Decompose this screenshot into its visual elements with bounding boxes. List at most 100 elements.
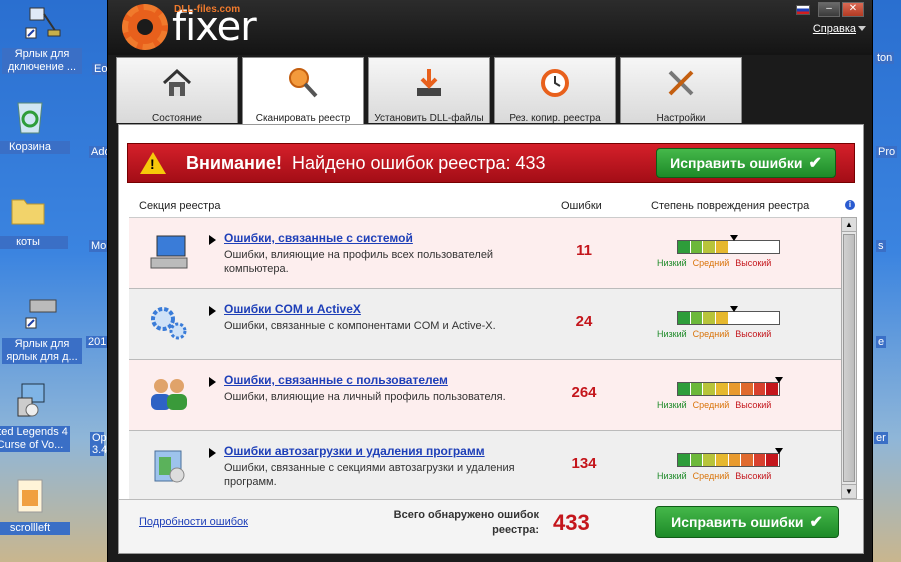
button-label: Исправить ошибки: [671, 514, 804, 530]
help-menu[interactable]: Справка: [813, 23, 856, 35]
category-title[interactable]: Ошибки автозагрузки и удаления программ: [224, 444, 485, 458]
title-bar[interactable]: DLL-files.com fixer – ✕ Справка: [108, 0, 872, 55]
users-icon: [151, 379, 187, 410]
list-item[interactable]: Ошибки автозагрузки и удаления программ …: [129, 431, 841, 502]
list-item[interactable]: Ошибки COM и ActiveX Ошибки, связанные с…: [129, 289, 841, 360]
desktop-partial-label: 201: [86, 336, 109, 348]
software-box-icon: [154, 450, 185, 483]
network-shortcut-icon: [25, 7, 61, 39]
desktop-icon-label: Ярлык для дключение ...: [2, 48, 82, 74]
severity-segment: [690, 312, 704, 324]
severity-segment: [753, 241, 767, 253]
desktop-icon-label: коты: [0, 236, 68, 249]
total-errors-label: Всего обнаружено ошибок реестра:: [393, 509, 539, 536]
desktop-recycle-bin[interactable]: Корзина: [0, 95, 70, 154]
expand-arrow-icon[interactable]: [209, 306, 216, 316]
language-flag-icon[interactable]: [796, 4, 810, 15]
magnifier-icon: [289, 68, 318, 98]
severity-segment: [741, 454, 754, 466]
checkmark-icon: ✔: [809, 514, 823, 531]
tab-label: Состояние: [152, 113, 202, 124]
checkmark-icon: ✔: [808, 155, 822, 172]
main-tabs: Состояние Сканировать реестр Установить …: [116, 57, 742, 125]
severity-meter: [677, 377, 783, 396]
desktop-shortcut-drive[interactable]: Ярлык для ярлык для д...: [2, 292, 82, 364]
desktop-shortcut-connection[interactable]: Ярлык для дключение ...: [2, 2, 82, 74]
expand-arrow-icon[interactable]: [209, 448, 216, 458]
severity-segment: [703, 454, 716, 466]
desktop-partial-label: er: [874, 432, 888, 444]
category-description: Ошибки, связанные с компонентами COM и A…: [224, 320, 496, 332]
close-button[interactable]: ✕: [842, 2, 864, 17]
severity-segment: [741, 383, 754, 395]
tab-label: Настройки: [656, 113, 706, 124]
error-count: 11: [576, 242, 592, 259]
category-title[interactable]: Ошибки COM и ActiveX: [224, 302, 361, 316]
severity-segment: [766, 454, 779, 466]
desktop-folder-koty[interactable]: коты: [0, 190, 68, 249]
category-title[interactable]: Ошибки, связанные с системой: [224, 231, 413, 245]
desktop-shortcut-game[interactable]: nted Legends 4 Curse of Vo...: [0, 380, 70, 452]
gears-icon: [151, 307, 187, 340]
button-label: Исправить ошибки: [670, 155, 803, 171]
severity-medium-label: Средний: [692, 400, 730, 410]
home-icon: [162, 68, 192, 96]
desktop-icon-label: Ярлык для ярлык для д...: [2, 338, 82, 364]
severity-segment: [766, 241, 779, 253]
desktop-file-scrollleft[interactable]: scrollleft: [0, 476, 70, 535]
severity-segment: [753, 312, 767, 324]
list-item[interactable]: Ошибки, связанные с пользователем Ошибки…: [129, 360, 841, 431]
desktop-icon-label: Корзина: [0, 141, 70, 154]
severity-meter: [677, 306, 780, 325]
severity-segment: [678, 383, 691, 395]
expand-arrow-icon[interactable]: [209, 235, 216, 245]
severity-marker-icon: [775, 448, 783, 454]
column-section: Секция реестра: [139, 200, 221, 212]
vertical-scrollbar[interactable]: ▲ ▼: [841, 217, 857, 499]
severity-segment: [741, 241, 754, 253]
column-errors: Ошибки: [561, 200, 602, 212]
severity-segment: [728, 383, 742, 395]
fix-errors-button-top[interactable]: Исправить ошибки ✔: [656, 148, 836, 178]
severity-high-label: Высокий: [735, 258, 772, 268]
severity-segment: [678, 241, 691, 253]
tab-scan-registry[interactable]: Сканировать реестр: [242, 57, 364, 125]
severity-low-label: Низкий: [657, 471, 687, 481]
error-details-link[interactable]: Подробности ошибок: [139, 516, 248, 528]
scroll-down-arrow-icon[interactable]: ▼: [842, 484, 856, 498]
severity-medium-label: Средний: [692, 329, 730, 339]
severity-low-label: Низкий: [657, 258, 687, 268]
warning-text: Найдено ошибок реестра: 433: [291, 152, 546, 173]
severity-meter: [677, 235, 780, 254]
expand-arrow-icon[interactable]: [209, 377, 216, 387]
severity-segment: [728, 312, 742, 324]
tab-registry-backup[interactable]: Рез. копир. реестра: [494, 57, 616, 124]
severity-segment: [703, 312, 716, 324]
severity-segment: [678, 454, 691, 466]
desktop-partial-label: Mo: [89, 240, 109, 252]
list-item[interactable]: Ошибки, связанные с системой Ошибки, вли…: [129, 218, 841, 289]
severity-high-label: Высокий: [735, 471, 772, 481]
summary-footer: Подробности ошибок Всего обнаружено ошиб…: [119, 499, 863, 553]
fix-errors-button-bottom[interactable]: Исправить ошибки ✔: [655, 506, 839, 538]
info-icon[interactable]: i: [845, 200, 855, 210]
scroll-up-arrow-icon[interactable]: ▲: [842, 218, 856, 232]
tab-settings[interactable]: Настройки: [620, 57, 742, 124]
category-description: Ошибки, влияющие на личный профиль польз…: [224, 391, 506, 403]
severity-segment: [766, 312, 779, 324]
desktop-partial-label: ton: [875, 52, 895, 64]
severity-segment: [715, 383, 729, 395]
tab-status[interactable]: Состояние: [116, 57, 238, 124]
scrollbar-thumb[interactable]: [843, 234, 855, 482]
category-description: Ошибки, связанные с секциями автозагрузк…: [224, 462, 515, 488]
tab-install-dll[interactable]: Установить DLL-файлы: [368, 57, 490, 124]
image-file-icon: [17, 479, 43, 513]
severity-segment: [690, 454, 704, 466]
download-icon: [417, 69, 441, 96]
minimize-button[interactable]: –: [818, 2, 840, 17]
category-title[interactable]: Ошибки, связанные с пользователем: [224, 373, 448, 387]
column-headers: Секция реестра Ошибки Степень повреждени…: [129, 197, 855, 217]
severity-high-label: Высокий: [735, 400, 772, 410]
chevron-down-icon[interactable]: [858, 26, 866, 31]
severity-low-label: Низкий: [657, 400, 687, 410]
